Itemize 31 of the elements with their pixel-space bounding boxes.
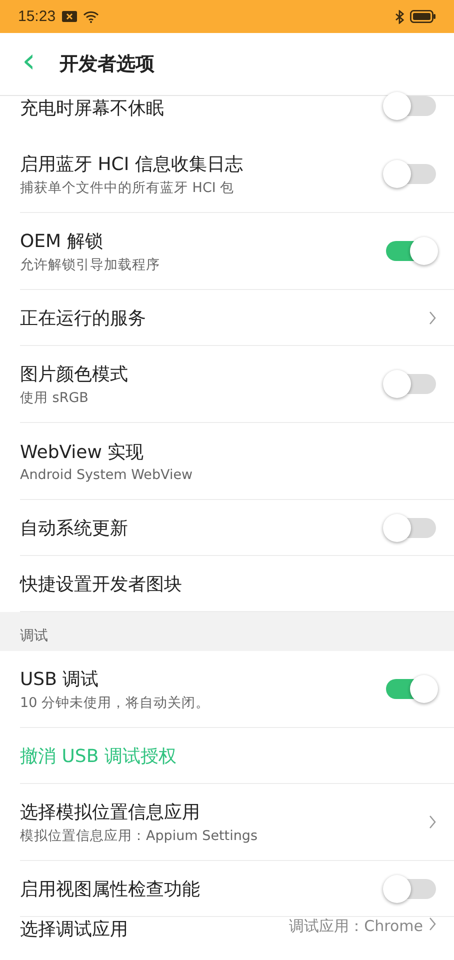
setting-subtitle: 模拟位置信息应用：Appium Settings	[20, 826, 258, 844]
setting-title: 选择模拟位置信息应用	[20, 800, 201, 824]
setting-title: 正在运行的服务	[20, 306, 147, 330]
setting-subtitle: 使用 sRGB	[20, 388, 90, 406]
revoke-link[interactable]: 撤消 USB 调试授权	[20, 744, 436, 768]
setting-subtitle: Android System WebView	[20, 466, 194, 482]
wifi-icon	[82, 10, 99, 22]
bluetooth-icon	[395, 10, 404, 24]
setting-subtitle: 捕获单个文件中的所有蓝牙 HCI 包	[20, 178, 236, 196]
chevron-icon	[429, 815, 436, 829]
back-button[interactable]: ‹	[18, 44, 40, 84]
status-time: 15:23	[18, 8, 56, 25]
page-title: 开发者选项	[60, 52, 155, 77]
setting-title: USB 调试	[20, 668, 100, 690]
chevron-icon	[429, 917, 436, 931]
battery-icon	[410, 10, 436, 23]
setting-title: 充电时屏幕不休眠	[20, 97, 165, 120]
chevron-icon	[429, 310, 436, 324]
notification-icon	[62, 11, 77, 22]
setting-title: 启用视图属性检查功能	[20, 878, 201, 900]
section-header: 调试	[20, 627, 48, 645]
setting-value: 调试应用：Chrome	[289, 917, 423, 936]
setting-title: 启用蓝牙 HCI 信息收集日志	[20, 152, 244, 176]
setting-title: 选择调试应用	[20, 918, 129, 941]
setting-title: OEM 解锁	[20, 230, 104, 252]
setting-title: WebView 实现	[20, 440, 145, 464]
setting-title: 图片颜色模式	[20, 362, 129, 386]
setting-subtitle: 10 分钟未使用，将自动关闭。	[20, 694, 210, 712]
setting-subtitle: 允许解锁引导加载程序	[20, 256, 161, 274]
setting-title: 自动系统更新	[20, 516, 129, 540]
setting-title: 快捷设置开发者图块	[20, 572, 183, 596]
